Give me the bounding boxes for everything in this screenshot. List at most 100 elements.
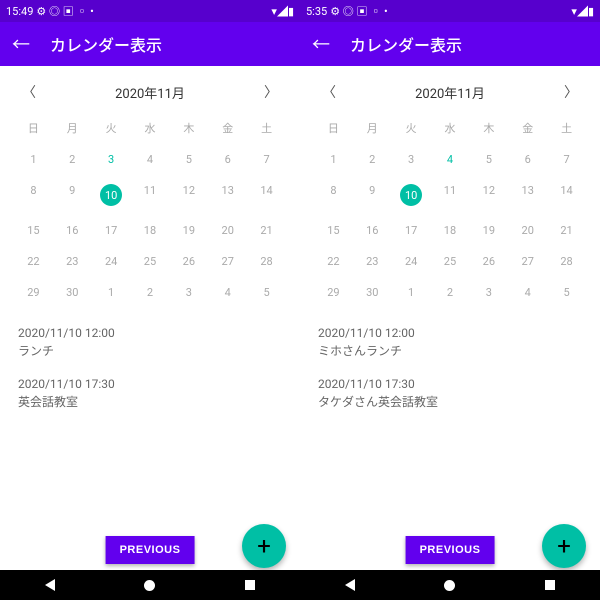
calendar-day[interactable]: 24 <box>392 246 431 277</box>
calendar-day[interactable]: 20 <box>208 215 247 246</box>
calendar-day[interactable]: 11 <box>131 175 170 215</box>
calendar-day[interactable]: 5 <box>469 144 508 175</box>
calendar-day[interactable]: 6 <box>208 144 247 175</box>
calendar-day[interactable]: 18 <box>131 215 170 246</box>
nav-recent-icon[interactable] <box>245 580 255 590</box>
calendar-day[interactable]: 25 <box>431 246 470 277</box>
calendar-day[interactable]: 11 <box>431 175 470 215</box>
calendar-day[interactable]: 2 <box>131 277 170 308</box>
calendar-day[interactable]: 3 <box>469 277 508 308</box>
event-item[interactable]: 2020/11/10 17:30タケダさん英会話教室 <box>318 377 582 410</box>
calendar-day[interactable]: 2 <box>431 277 470 308</box>
calendar-day[interactable]: 4 <box>208 277 247 308</box>
calendar-day[interactable]: 27 <box>208 246 247 277</box>
event-time: 2020/11/10 17:30 <box>18 377 282 391</box>
calendar-day[interactable]: 4 <box>508 277 547 308</box>
calendar-day[interactable]: 8 <box>14 175 53 215</box>
previous-button[interactable]: PREVIOUS <box>406 536 495 564</box>
calendar-day[interactable]: 28 <box>247 246 286 277</box>
add-fab[interactable]: + <box>542 524 586 568</box>
calendar-day[interactable]: 4 <box>431 144 470 175</box>
calendar-day-number: 21 <box>260 224 272 237</box>
calendar-day[interactable]: 7 <box>547 144 586 175</box>
calendar-day[interactable]: 26 <box>469 246 508 277</box>
calendar-day[interactable]: 7 <box>247 144 286 175</box>
calendar-day[interactable]: 14 <box>247 175 286 215</box>
calendar-day[interactable]: 22 <box>314 246 353 277</box>
status-bar: 15:49⚙ ◎ ▣ ▫ •▾◢▮ <box>0 0 300 22</box>
add-fab[interactable]: + <box>242 524 286 568</box>
calendar-day[interactable]: 17 <box>392 215 431 246</box>
calendar-day[interactable]: 4 <box>131 144 170 175</box>
chevron-right-icon[interactable]: 〉 <box>564 82 578 102</box>
calendar-day[interactable]: 12 <box>469 175 508 215</box>
calendar-day[interactable]: 1 <box>314 144 353 175</box>
calendar-day[interactable]: 9 <box>53 175 92 215</box>
calendar-day[interactable]: 24 <box>92 246 131 277</box>
calendar-day[interactable]: 3 <box>169 277 208 308</box>
calendar-day[interactable]: 3 <box>92 144 131 175</box>
month-nav: 〈2020年11月〉 <box>0 66 300 112</box>
event-item[interactable]: 2020/11/10 17:30英会話教室 <box>18 377 282 410</box>
calendar-day[interactable]: 2 <box>53 144 92 175</box>
calendar-day[interactable]: 3 <box>392 144 431 175</box>
calendar-day[interactable]: 17 <box>92 215 131 246</box>
calendar-day[interactable]: 21 <box>247 215 286 246</box>
calendar-day[interactable]: 18 <box>431 215 470 246</box>
calendar-day[interactable]: 26 <box>169 246 208 277</box>
back-icon[interactable]: ← <box>312 31 330 57</box>
calendar-day-number: 18 <box>444 224 456 237</box>
calendar-day[interactable]: 30 <box>53 277 92 308</box>
calendar-day[interactable]: 5 <box>547 277 586 308</box>
calendar-day[interactable]: 1 <box>392 277 431 308</box>
calendar-day[interactable]: 29 <box>14 277 53 308</box>
calendar-day[interactable]: 14 <box>547 175 586 215</box>
calendar-day[interactable]: 13 <box>208 175 247 215</box>
day-of-week-header: 土 <box>247 112 286 144</box>
calendar-day[interactable]: 22 <box>14 246 53 277</box>
calendar-day-number: 2 <box>69 153 75 166</box>
calendar-day[interactable]: 23 <box>53 246 92 277</box>
calendar-day[interactable]: 19 <box>469 215 508 246</box>
nav-recent-icon[interactable] <box>545 580 555 590</box>
calendar-day-number: 29 <box>327 286 339 299</box>
calendar-day[interactable]: 21 <box>547 215 586 246</box>
nav-back-icon[interactable] <box>45 579 55 591</box>
event-item[interactable]: 2020/11/10 12:00ミホさんランチ <box>318 326 582 359</box>
calendar-day[interactable]: 1 <box>92 277 131 308</box>
calendar-day[interactable]: 12 <box>169 175 208 215</box>
calendar-day[interactable]: 16 <box>53 215 92 246</box>
calendar-day[interactable]: 5 <box>247 277 286 308</box>
calendar-day[interactable]: 10 <box>392 175 431 215</box>
calendar-day[interactable]: 5 <box>169 144 208 175</box>
calendar-day[interactable]: 28 <box>547 246 586 277</box>
calendar-day[interactable]: 8 <box>314 175 353 215</box>
calendar-day[interactable]: 1 <box>14 144 53 175</box>
calendar-day[interactable]: 29 <box>314 277 353 308</box>
calendar-day[interactable]: 30 <box>353 277 392 308</box>
nav-back-icon[interactable] <box>345 579 355 591</box>
back-icon[interactable]: ← <box>12 31 30 57</box>
calendar-day[interactable]: 2 <box>353 144 392 175</box>
calendar-day[interactable]: 15 <box>314 215 353 246</box>
calendar-day-number: 18 <box>144 224 156 237</box>
calendar-day[interactable]: 6 <box>508 144 547 175</box>
calendar-day[interactable]: 20 <box>508 215 547 246</box>
chevron-left-icon[interactable]: 〈 <box>22 82 36 102</box>
calendar-day[interactable]: 16 <box>353 215 392 246</box>
calendar-day[interactable]: 15 <box>14 215 53 246</box>
nav-home-icon[interactable] <box>144 580 155 591</box>
previous-button[interactable]: PREVIOUS <box>106 536 195 564</box>
calendar-day[interactable]: 19 <box>169 215 208 246</box>
chevron-left-icon[interactable]: 〈 <box>322 82 336 102</box>
calendar-day[interactable]: 23 <box>353 246 392 277</box>
calendar-day[interactable]: 25 <box>131 246 170 277</box>
nav-home-icon[interactable] <box>444 580 455 591</box>
event-item[interactable]: 2020/11/10 12:00ランチ <box>18 326 282 359</box>
calendar-day[interactable]: 27 <box>508 246 547 277</box>
calendar-day[interactable]: 9 <box>353 175 392 215</box>
chevron-right-icon[interactable]: 〉 <box>264 82 278 102</box>
calendar-day[interactable]: 10 <box>92 175 131 215</box>
calendar-day-number: 30 <box>66 286 78 299</box>
calendar-day[interactable]: 13 <box>508 175 547 215</box>
